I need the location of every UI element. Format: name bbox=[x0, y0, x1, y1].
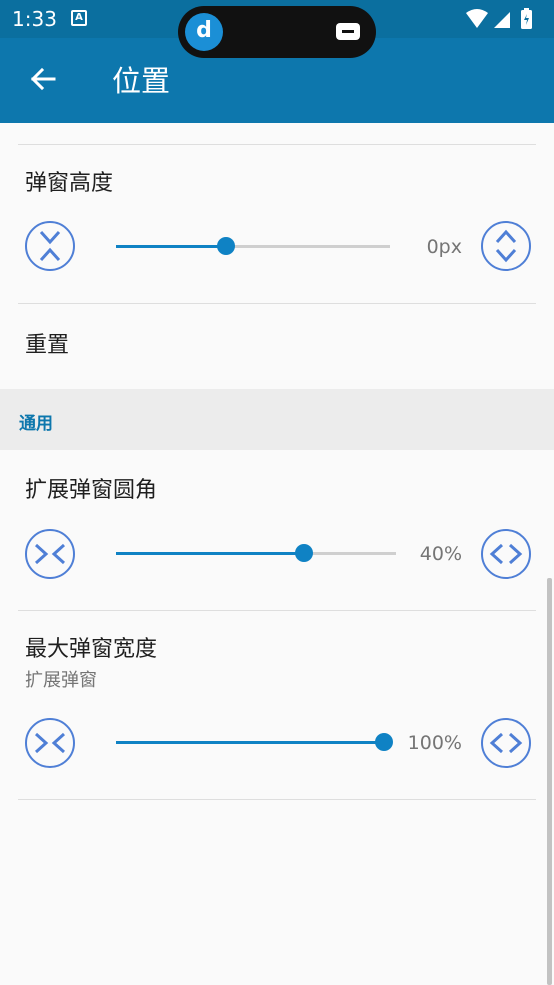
divider bbox=[18, 144, 536, 145]
popup-height-title: 弹窗高度 bbox=[25, 171, 114, 196]
compress-horizontal-icon bbox=[34, 732, 66, 754]
ticket-icon bbox=[336, 23, 360, 40]
back-button[interactable] bbox=[26, 62, 60, 96]
notification-icon: A bbox=[71, 10, 87, 26]
popup-height-increase-button[interactable] bbox=[481, 221, 531, 271]
signal-icon bbox=[494, 12, 510, 28]
wifi-icon bbox=[466, 9, 488, 28]
slider-fill bbox=[116, 741, 384, 744]
divider bbox=[18, 610, 536, 611]
divider bbox=[18, 303, 536, 304]
corner-radius-value: 40% bbox=[419, 543, 462, 565]
max-width-subtitle: 扩展弹窗 bbox=[25, 670, 97, 691]
max-width-value: 100% bbox=[407, 732, 462, 754]
slider-fill bbox=[116, 245, 226, 248]
compress-vertical-icon bbox=[39, 230, 61, 262]
compress-horizontal-icon bbox=[34, 543, 66, 565]
page-title: 位置 bbox=[112, 64, 171, 98]
expand-vertical-icon bbox=[495, 229, 517, 263]
dynamic-island[interactable]: d bbox=[178, 6, 376, 58]
battery-icon bbox=[521, 8, 532, 29]
slider-thumb[interactable] bbox=[216, 237, 235, 255]
max-width-title: 最大弹窗宽度 bbox=[25, 637, 158, 662]
slider-fill bbox=[116, 552, 304, 555]
corner-radius-increase-button[interactable] bbox=[481, 529, 531, 579]
status-time: 1:33 bbox=[12, 7, 57, 31]
expand-horizontal-icon bbox=[489, 732, 523, 754]
scrollbar[interactable] bbox=[547, 578, 552, 985]
section-header: 通用 bbox=[0, 389, 554, 450]
expand-horizontal-icon bbox=[489, 543, 523, 565]
popup-height-value: 0px bbox=[426, 236, 462, 258]
max-width-decrease-button[interactable] bbox=[25, 718, 75, 768]
reset-item[interactable]: 重置 bbox=[25, 331, 69, 361]
corner-radius-decrease-button[interactable] bbox=[25, 529, 75, 579]
arrow-left-icon bbox=[30, 67, 56, 91]
slider-thumb[interactable] bbox=[294, 544, 313, 562]
max-width-increase-button[interactable] bbox=[481, 718, 531, 768]
popup-height-decrease-button[interactable] bbox=[25, 221, 75, 271]
max-width-slider[interactable] bbox=[116, 733, 393, 751]
app-badge-icon: d bbox=[185, 13, 223, 51]
corner-radius-slider[interactable] bbox=[116, 544, 396, 562]
corner-radius-title: 扩展弹窗圆角 bbox=[25, 478, 158, 503]
slider-thumb[interactable] bbox=[375, 733, 393, 751]
app-bar: 1:33 A d 位置 bbox=[0, 0, 554, 123]
status-icons bbox=[466, 8, 532, 29]
section-label: 通用 bbox=[19, 414, 53, 434]
popup-height-slider[interactable] bbox=[116, 237, 390, 255]
divider bbox=[18, 799, 536, 800]
